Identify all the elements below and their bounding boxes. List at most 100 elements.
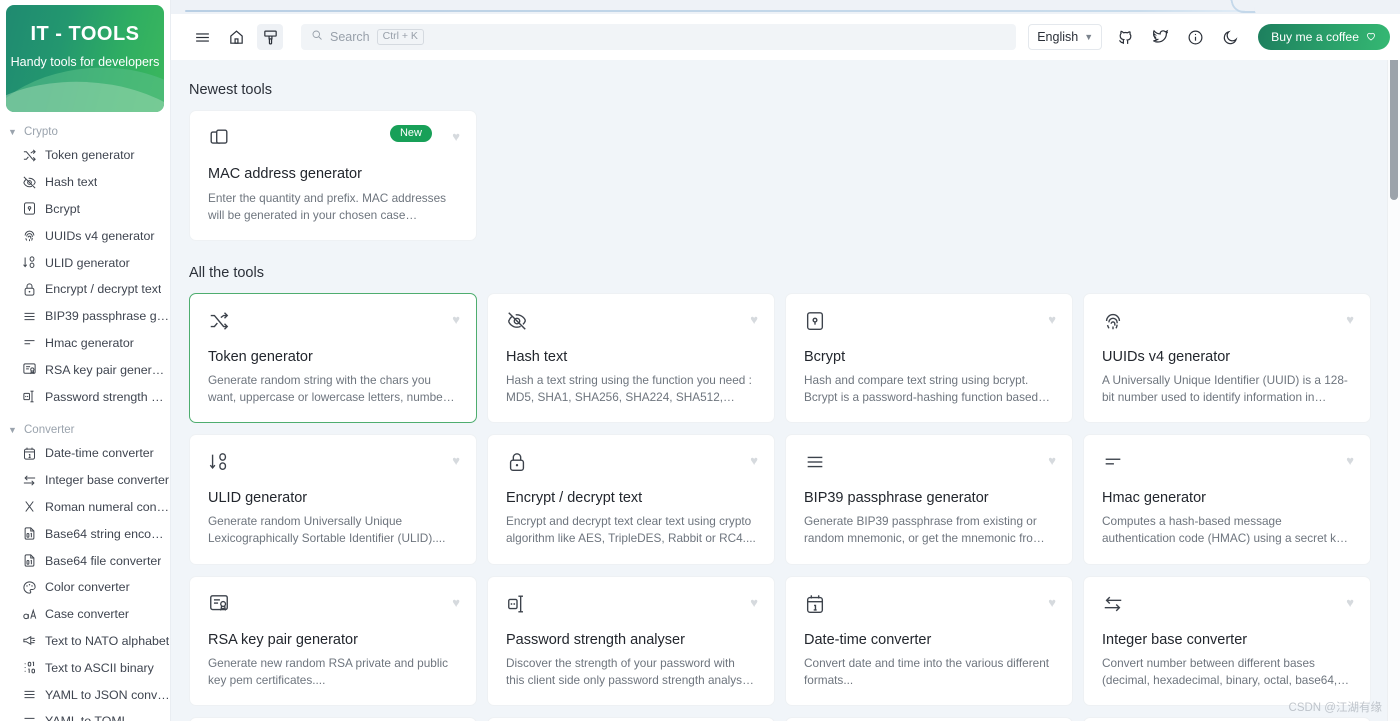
twitter-icon[interactable] <box>1147 24 1173 50</box>
app-title: IT - TOOLS <box>30 23 140 45</box>
favorite-heart-icon[interactable]: ♥ <box>1346 453 1354 468</box>
tool-card[interactable]: ♥ Date-time converter Convert date and tim… <box>785 575 1073 706</box>
binary-icon <box>22 660 37 675</box>
sidebar-item-color-converter[interactable]: Color converter <box>0 574 170 601</box>
favorite-heart-icon[interactable]: ♥ <box>1048 453 1056 468</box>
page-scrollbar-track[interactable]: ▲ <box>1387 14 1400 721</box>
sidebar-item-base64-file-converter[interactable]: Base64 file converter <box>0 547 170 574</box>
arrows-exchange-icon <box>1102 596 1124 619</box>
sidebar-item-base64-string-encode[interactable]: Base64 string encode... <box>0 520 170 547</box>
search-shortcut-hint: Ctrl + K <box>376 28 424 46</box>
tool-card[interactable]: ♥ ULID generator Generate random Universal… <box>189 434 477 565</box>
newest-tools-grid: New ♥ MAC address generator Enter the quant… <box>189 110 477 242</box>
sidebar-item-label: YAML to JSON conve... <box>45 687 170 702</box>
sidebar-item-password-strength-an[interactable]: Password strength an... <box>0 383 170 410</box>
tool-card[interactable]: ♥ <box>785 716 1073 721</box>
tool-card-description: Generate random string with the chars yo… <box>208 373 453 405</box>
buy-me-a-coffee-button[interactable]: Buy me a coffee <box>1258 24 1390 50</box>
page-scrollbar-thumb[interactable] <box>1390 42 1398 200</box>
sidebar-item-yaml-to-toml[interactable]: YAML to TOML <box>0 708 170 721</box>
all-tools-grid-partial-row: ♥ ♥ ♥ ♥ <box>189 716 1388 721</box>
tool-card-title: Password strength analyser <box>506 631 685 648</box>
tool-card[interactable]: ♥ Hmac generator Computes a hash-based mes… <box>1083 434 1371 565</box>
hamburger-menu-icon[interactable] <box>189 24 215 50</box>
tool-card[interactable]: ♥ <box>189 716 477 721</box>
newest-tools-heading: Newest tools <box>189 82 273 98</box>
language-selected-value: English <box>1037 30 1079 44</box>
tool-card[interactable]: ♥ RSA key pair generator Generate new rand… <box>189 575 477 706</box>
sidebar-item-date-time-converter[interactable]: Date-time converter <box>0 440 170 467</box>
home-icon[interactable] <box>223 24 249 50</box>
sidebar-item-bip39-passphrase-ge[interactable]: BIP39 passphrase ge... <box>0 303 170 330</box>
tool-card-description: Generate BIP39 passphrase from existing … <box>804 514 1043 546</box>
favorite-heart-icon[interactable]: ♥ <box>452 595 460 610</box>
fingerprint-icon <box>1102 314 1124 336</box>
favorite-heart-icon[interactable]: ♥ <box>1346 595 1354 610</box>
tool-card[interactable]: ♥ Token generator Generate random string w… <box>189 293 477 424</box>
sidebar-item-label: Base64 string encode... <box>45 526 170 541</box>
sidebar-item-roman-numeral-conv[interactable]: Roman numeral conv... <box>0 494 170 521</box>
app-logo[interactable]: IT - TOOLS Handy tools for developers <box>6 5 164 112</box>
favorite-heart-icon[interactable]: ♥ <box>1346 312 1354 327</box>
tool-card[interactable]: ♥ <box>487 716 775 721</box>
sidebar-item-token-generator[interactable]: Token generator <box>0 142 170 169</box>
sidebar-item-text-to-ascii-binary[interactable]: Text to ASCII binary <box>0 654 170 681</box>
tool-card-title: Encrypt / decrypt text <box>506 490 643 507</box>
top-header-bar: Search Ctrl + K English ▼ Buy me a coffe… <box>171 14 1400 60</box>
tool-card[interactable]: ♥ Integer base converter Convert number be… <box>1083 575 1371 706</box>
sidebar-item-label: RSA key pair generator <box>45 362 170 377</box>
favorite-heart-icon[interactable]: ♥ <box>1048 595 1056 610</box>
favorite-heart-icon[interactable]: ♥ <box>452 312 460 327</box>
moon-icon[interactable] <box>1217 24 1243 50</box>
tool-card[interactable]: ♥ Hash text Hash a text string using the f… <box>487 293 775 424</box>
sidebar-item-label: Hash text <box>45 175 98 190</box>
main-content: Newest tools New ♥ MAC address generator En… <box>171 60 1388 721</box>
tool-card[interactable]: ♥ UUIDs v4 generator A Universally Unique … <box>1083 293 1371 424</box>
browser-tab-underline <box>185 10 1245 12</box>
favorite-heart-icon[interactable]: ♥ <box>750 595 758 610</box>
tool-card-description: Encrypt and decrypt text clear text usin… <box>506 514 756 546</box>
tool-card-description: Hash and compare text string using bcryp… <box>804 373 1039 405</box>
favorite-heart-icon[interactable]: ♥ <box>750 312 758 327</box>
paint-brush-icon[interactable] <box>257 24 283 50</box>
info-icon[interactable] <box>1182 24 1208 50</box>
favorite-heart-icon[interactable]: ♥ <box>452 129 460 144</box>
sort-numeric-icon <box>22 255 37 270</box>
sidebar-item-text-to-nato-alphabet[interactable]: Text to NATO alphabet <box>0 628 170 655</box>
certificate-icon <box>22 362 37 377</box>
sidebar-item-ulid-generator[interactable]: ULID generator <box>0 249 170 276</box>
sidebar-item-integer-base-converter[interactable]: Integer base converter <box>0 467 170 494</box>
language-selector[interactable]: English ▼ <box>1028 24 1103 50</box>
tool-card[interactable]: ♥ <box>1083 716 1371 721</box>
favorite-heart-icon[interactable]: ♥ <box>452 453 460 468</box>
github-icon[interactable] <box>1112 24 1138 50</box>
sidebar-item-yaml-to-json-conve[interactable]: YAML to JSON conve... <box>0 681 170 708</box>
tool-card[interactable]: ♥ Encrypt / decrypt text Encrypt and decry… <box>487 434 775 565</box>
tool-card-title: ULID generator <box>208 490 308 507</box>
sidebar-group-converter[interactable]: ▼ Converter <box>0 420 170 440</box>
palette-icon <box>22 580 37 595</box>
fingerprint-icon <box>22 228 37 243</box>
sidebar-item-hmac-generator[interactable]: Hmac generator <box>0 330 170 357</box>
sidebar-item-hash-text[interactable]: Hash text <box>0 169 170 196</box>
lines-icon <box>22 714 37 721</box>
tool-card[interactable]: New ♥ MAC address generator Enter the quant… <box>189 110 477 242</box>
tool-card-description: Convert number between different bases (… <box>1102 655 1338 687</box>
sidebar-item-encrypt-decrypt-text[interactable]: Encrypt / decrypt text <box>0 276 170 303</box>
chevron-down-icon: ▼ <box>8 127 17 137</box>
sidebar-item-case-converter[interactable]: Case converter <box>0 601 170 628</box>
sidebar-item-bcrypt[interactable]: Bcrypt <box>0 196 170 223</box>
favorite-heart-icon[interactable]: ♥ <box>1048 312 1056 327</box>
sidebar-item-rsa-key-pair-generator[interactable]: RSA key pair generator <box>0 356 170 383</box>
sidebar-item-uuids-v4-generator[interactable]: UUIDs v4 generator <box>0 222 170 249</box>
tool-card[interactable]: ♥ Password strength analyser Discover the … <box>487 575 775 706</box>
arrows-exchange-icon <box>22 473 37 488</box>
tool-card[interactable]: ♥ Bcrypt Hash and compare text string usin… <box>785 293 1073 424</box>
sidebar-item-label: Base64 file converter <box>45 553 162 568</box>
sidebar-group-crypto[interactable]: ▼ Crypto <box>0 122 170 142</box>
tool-card[interactable]: ♥ BIP39 passphrase generator Generate BIP3… <box>785 434 1073 565</box>
heart-icon <box>1365 30 1377 45</box>
certificate-icon <box>208 594 230 619</box>
favorite-heart-icon[interactable]: ♥ <box>750 453 758 468</box>
search-input[interactable]: Search Ctrl + K <box>301 24 1017 50</box>
